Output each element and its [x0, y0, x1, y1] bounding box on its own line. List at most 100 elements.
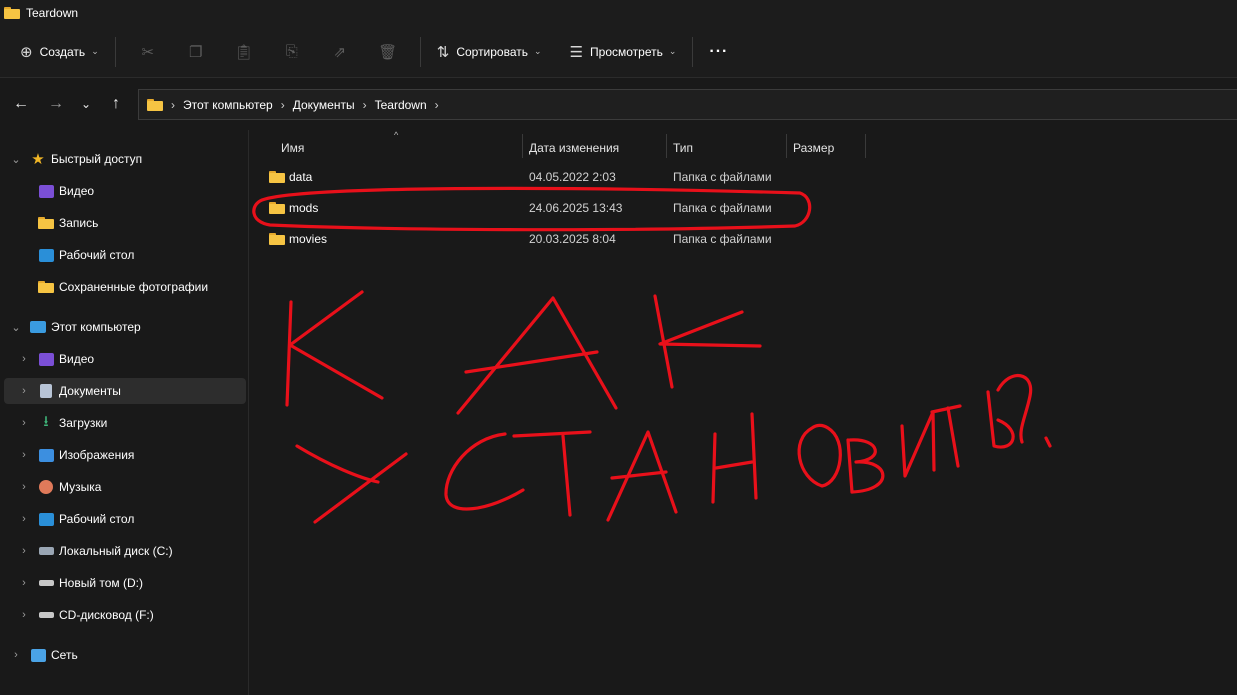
breadcrumb-item[interactable]: Этот компьютер	[183, 98, 273, 112]
sidebar-item-this-pc[interactable]: ⌄ Этот компьютер	[4, 314, 246, 340]
sort-ascending-icon: ^	[394, 130, 399, 140]
column-divider[interactable]	[666, 134, 667, 158]
download-icon: ⭳	[43, 412, 49, 430]
chevron-right-icon: ›	[171, 97, 175, 112]
video-folder-icon	[38, 351, 54, 367]
chevron-down-icon: ⌄	[91, 46, 99, 56]
create-button[interactable]: ⊕ Создать ⌄	[12, 36, 107, 68]
chevron-right-icon[interactable]: ›	[18, 449, 30, 461]
folder-icon	[269, 194, 285, 222]
chevron-right-icon[interactable]: ›	[18, 385, 30, 397]
file-type: Папка с файлами	[673, 201, 772, 215]
chevron-right-icon[interactable]: ›	[18, 417, 30, 429]
paste-icon: 📋︎	[234, 43, 254, 61]
forward-button[interactable]: →	[40, 88, 72, 120]
chevron-right-icon[interactable]: ›	[18, 513, 30, 525]
sidebar-item-label: Видео	[59, 352, 95, 366]
chevron-right-icon[interactable]: ›	[18, 481, 30, 493]
sort-button[interactable]: ⇅ Сортировать ⌄	[429, 36, 550, 68]
more-button[interactable]: ···	[701, 36, 736, 68]
sort-button-label: Сортировать	[456, 44, 529, 59]
pictures-icon	[38, 447, 54, 463]
paste-button[interactable]: 📋︎	[220, 36, 268, 68]
column-divider[interactable]	[786, 134, 787, 158]
sidebar-item-recordings[interactable]: Запись	[4, 210, 246, 236]
rename-button[interactable]: ⎘	[268, 36, 316, 68]
column-divider[interactable]	[522, 134, 523, 158]
folder-icon	[4, 7, 20, 19]
sidebar-item-documents[interactable]: › Документы	[4, 378, 246, 404]
file-name[interactable]: movies	[289, 225, 327, 253]
column-header-name[interactable]: Имя	[281, 136, 304, 160]
file-type: Папка с файлами	[673, 232, 772, 246]
navigation-pane: ⌄ ★ Быстрый доступ Видео Запись Рабочий …	[0, 130, 248, 695]
sidebar-item-video[interactable]: Видео	[4, 178, 246, 204]
recent-locations-button[interactable]: ⌄	[70, 88, 102, 120]
sidebar-item-music[interactable]: › Музыка	[4, 474, 246, 500]
chevron-right-icon[interactable]: ›	[18, 353, 30, 365]
file-name[interactable]: data	[289, 163, 312, 191]
file-name[interactable]: mods	[289, 194, 318, 222]
file-list: ^ Имя Дата изменения Тип Размер data 04.…	[249, 130, 1237, 695]
share-icon: ⇗	[333, 43, 347, 61]
column-header-size[interactable]: Размер	[793, 136, 834, 160]
rename-icon: ⎘	[285, 43, 298, 60]
view-button[interactable]: ☰ Просмотреть ⌄	[562, 36, 685, 68]
drive-icon	[38, 575, 54, 591]
table-row[interactable]: data 04.05.2022 2:03 Папка с файлами	[249, 163, 1237, 191]
chevron-right-icon[interactable]: ›	[10, 649, 22, 661]
cut-button[interactable]: ✂	[124, 36, 172, 68]
sidebar-item-pc-video[interactable]: › Видео	[4, 346, 246, 372]
toolbar-separator	[114, 36, 116, 67]
sidebar-item-pictures[interactable]: › Изображения	[4, 442, 246, 468]
documents-icon	[38, 383, 54, 399]
sidebar-item-cd-drive[interactable]: › CD-дисковод (F:)	[4, 602, 246, 628]
sidebar-item-label: Рабочий стол	[59, 512, 135, 526]
chevron-down-icon[interactable]: ⌄	[10, 321, 22, 334]
share-button[interactable]: ⇗	[316, 36, 364, 68]
folder-icon	[269, 225, 285, 253]
folder-icon	[269, 163, 285, 191]
column-header-type[interactable]: Тип	[673, 136, 693, 160]
chevron-right-icon[interactable]: ›	[18, 609, 30, 621]
toolbar-separator	[419, 36, 421, 67]
sidebar-item-quick-access[interactable]: ⌄ ★ Быстрый доступ	[4, 146, 246, 172]
sidebar-item-label: Сеть	[51, 648, 78, 662]
sidebar-item-network[interactable]: › Сеть	[4, 642, 246, 668]
more-icon: ···	[709, 42, 729, 60]
sidebar-item-downloads[interactable]: › ⭳ Загрузки	[4, 410, 246, 436]
sidebar-item-label: Этот компьютер	[51, 320, 141, 334]
sidebar-item-drive-c[interactable]: › Локальный диск (C:)	[4, 538, 246, 564]
sidebar-item-label: Запись	[59, 216, 99, 230]
sidebar-item-drive-d[interactable]: › Новый том (D:)	[4, 570, 246, 596]
sidebar-item-label: Рабочий стол	[59, 248, 135, 262]
copy-button[interactable]: ❐	[172, 36, 220, 68]
folder-icon	[147, 98, 163, 111]
sidebar-item-label: Локальный диск (C:)	[59, 544, 173, 558]
sidebar-item-label: Музыка	[59, 480, 102, 494]
breadcrumb-item[interactable]: Документы	[293, 98, 355, 112]
address-bar[interactable]: › Этот компьютер › Документы › Teardown …	[138, 89, 1237, 120]
sidebar-item-label: Видео	[59, 184, 95, 198]
table-row[interactable]: movies 20.03.2025 8:04 Папка с файлами	[249, 225, 1237, 253]
network-icon	[30, 647, 46, 663]
arrow-up-icon: ↑	[112, 95, 120, 112]
chevron-right-icon[interactable]: ›	[18, 545, 30, 557]
breadcrumb-item[interactable]: Teardown	[375, 98, 427, 112]
chevron-right-icon[interactable]: ›	[18, 577, 30, 589]
delete-button[interactable]: 🗑︎	[364, 36, 412, 68]
column-header-modified[interactable]: Дата изменения	[529, 136, 619, 160]
toolbar-separator	[692, 36, 694, 67]
back-button[interactable]: ←	[5, 88, 37, 120]
up-button[interactable]: ↑	[100, 88, 132, 120]
sidebar-item-desktop[interactable]: Рабочий стол	[4, 242, 246, 268]
chevron-down-icon[interactable]: ⌄	[10, 153, 22, 166]
navigation-row: ← → ⌄ ↑ › Этот компьютер › Документы › T…	[0, 78, 1237, 130]
sidebar-item-pc-desktop[interactable]: › Рабочий стол	[4, 506, 246, 532]
table-row[interactable]: mods 24.06.2025 13:43 Папка с файлами	[249, 194, 1237, 222]
folder-icon	[38, 279, 54, 295]
file-modified: 24.06.2025 13:43	[529, 201, 623, 215]
column-divider[interactable]	[865, 134, 866, 158]
sidebar-item-saved-photos[interactable]: Сохраненные фотографии	[4, 274, 246, 300]
drive-c-icon	[38, 543, 54, 559]
